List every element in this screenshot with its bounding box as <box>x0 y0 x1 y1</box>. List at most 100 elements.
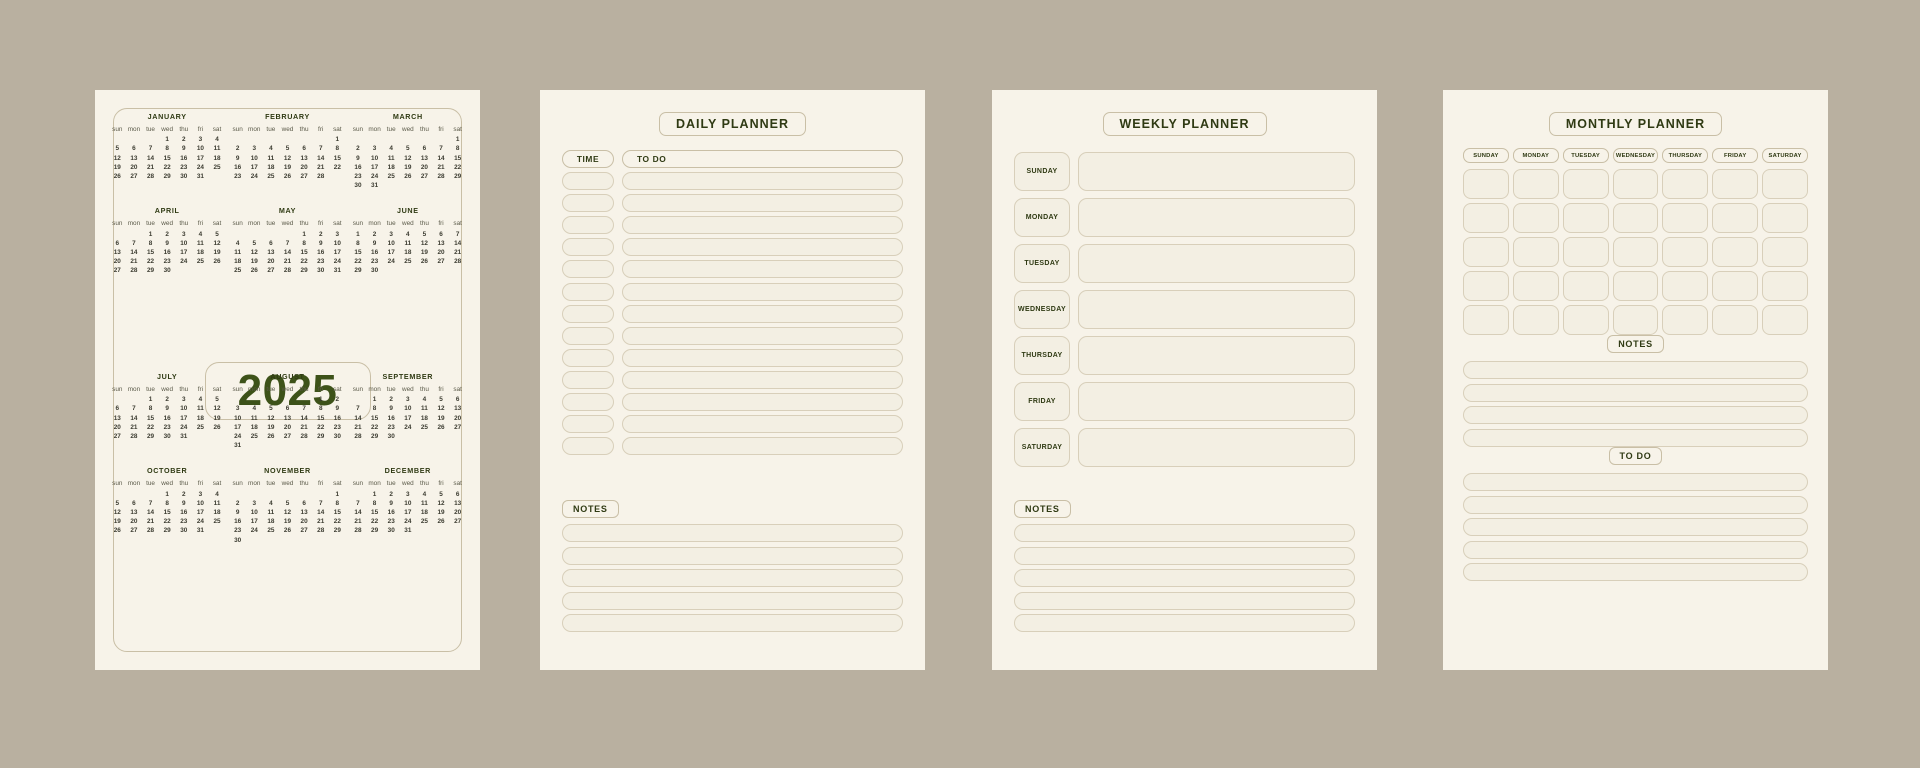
weekday-abbr: sun <box>112 126 123 133</box>
notes-line[interactable] <box>1014 614 1355 632</box>
monthly-day-cell[interactable] <box>1712 203 1759 233</box>
weekday-entry-area[interactable] <box>1078 198 1355 237</box>
monthly-day-cell[interactable] <box>1512 203 1559 233</box>
time-input-cell[interactable] <box>562 172 614 191</box>
day-number: 3 <box>181 230 186 238</box>
todo-line[interactable] <box>1463 540 1808 559</box>
monthly-day-cell[interactable] <box>1512 169 1559 199</box>
monthly-day-cell[interactable] <box>1712 305 1759 335</box>
monthly-day-cell[interactable] <box>1662 305 1709 335</box>
monthly-day-cell[interactable] <box>1463 169 1509 199</box>
monthly-day-cell[interactable] <box>1512 237 1559 267</box>
todo-input-cell[interactable] <box>622 326 903 345</box>
notes-line[interactable] <box>562 591 903 610</box>
todo-input-cell[interactable] <box>622 238 903 257</box>
notes-line[interactable] <box>1463 428 1808 447</box>
todo-input-cell[interactable] <box>622 415 903 434</box>
monthly-day-cell[interactable] <box>1612 271 1659 301</box>
notes-line[interactable] <box>1463 361 1808 379</box>
time-input-cell[interactable] <box>562 238 614 257</box>
todo-input-cell[interactable] <box>622 282 903 301</box>
monthly-day-cell[interactable] <box>1463 305 1509 335</box>
weekday-entry-area[interactable] <box>1078 428 1355 467</box>
day-number: 28 <box>354 527 362 535</box>
notes-line[interactable] <box>1014 524 1355 542</box>
day-number <box>229 135 246 144</box>
monthly-day-cell[interactable] <box>1463 237 1509 267</box>
time-input-cell[interactable] <box>562 194 614 213</box>
notes-line[interactable] <box>562 569 903 587</box>
todo-input-cell[interactable] <box>622 437 903 456</box>
time-input-cell[interactable] <box>562 216 614 235</box>
todo-input-cell[interactable] <box>622 172 903 191</box>
todo-line[interactable] <box>1463 495 1808 514</box>
monthly-day-cell[interactable] <box>1762 169 1808 199</box>
day-number: 26 <box>113 527 121 535</box>
monthly-day-cell[interactable] <box>1612 169 1659 199</box>
todo-input-cell[interactable] <box>622 194 903 213</box>
monthly-day-cell[interactable] <box>1512 305 1559 335</box>
monthly-day-cell[interactable] <box>1612 203 1659 233</box>
time-input-cell[interactable] <box>562 260 614 279</box>
monthly-day-cell[interactable] <box>1662 169 1709 199</box>
notes-line[interactable] <box>1014 569 1355 587</box>
weekday-entry-area[interactable] <box>1078 336 1355 375</box>
monthly-day-cell[interactable] <box>1712 271 1759 301</box>
monthly-day-cell[interactable] <box>1512 271 1559 301</box>
notes-line[interactable] <box>1014 591 1355 610</box>
day-number: 21 <box>437 163 445 171</box>
time-input-cell[interactable] <box>562 437 614 456</box>
todo-line[interactable] <box>1463 473 1808 491</box>
notes-line[interactable] <box>562 524 903 542</box>
monthly-day-cell[interactable] <box>1662 271 1709 301</box>
time-input-cell[interactable] <box>562 415 614 434</box>
monthly-day-cell[interactable] <box>1463 203 1509 233</box>
monthly-day-cell[interactable] <box>1762 237 1808 267</box>
notes-line[interactable] <box>1014 546 1355 565</box>
monthly-day-cell[interactable] <box>1662 237 1709 267</box>
weekday-entry-area[interactable] <box>1078 382 1355 421</box>
todo-input-cell[interactable] <box>622 216 903 235</box>
todo-input-cell[interactable] <box>622 393 903 412</box>
monthly-day-cell[interactable] <box>1662 203 1709 233</box>
time-input-cell[interactable] <box>562 304 614 323</box>
month-block-may: MAY sun mon tue wed thu fri sat 1 2 3 4 5 6 7 8 9 10 11 12 1… <box>229 206 345 275</box>
weekday-entry-area[interactable] <box>1078 244 1355 283</box>
todo-line[interactable] <box>1463 518 1808 536</box>
time-input-cell[interactable] <box>562 282 614 301</box>
monthly-day-cell[interactable] <box>1762 305 1808 335</box>
weekday-abbr: wed <box>401 126 414 133</box>
monthly-day-cell[interactable] <box>1463 271 1509 301</box>
weekday-abbr: sat <box>212 126 222 133</box>
monthly-day-cell[interactable] <box>1562 305 1609 335</box>
time-input-cell[interactable] <box>562 348 614 367</box>
monthly-day-cell[interactable] <box>1562 271 1609 301</box>
time-input-cell[interactable] <box>562 393 614 412</box>
time-input-cell[interactable] <box>562 326 614 345</box>
day-number: 19 <box>267 423 275 431</box>
monthly-day-cell[interactable] <box>1612 305 1659 335</box>
day-number: 29 <box>317 433 325 441</box>
time-input-cell[interactable] <box>562 370 614 389</box>
weekday-entry-area[interactable] <box>1078 152 1355 191</box>
monthly-day-cell[interactable] <box>1712 237 1759 267</box>
monthly-day-cell[interactable] <box>1762 203 1808 233</box>
todo-input-cell[interactable] <box>622 304 903 323</box>
monthly-day-cell[interactable] <box>1712 169 1759 199</box>
notes-line[interactable] <box>1463 383 1808 402</box>
todo-input-cell[interactable] <box>622 370 903 389</box>
monthly-day-cell[interactable] <box>1612 237 1659 267</box>
day-number: 28 <box>130 433 138 441</box>
todo-input-cell[interactable] <box>622 348 903 367</box>
todo-input-cell[interactable] <box>622 260 903 279</box>
monthly-day-cell[interactable] <box>1762 271 1808 301</box>
monthly-day-cell[interactable] <box>1562 203 1609 233</box>
notes-line[interactable] <box>1463 406 1808 424</box>
weekday-entry-area[interactable] <box>1078 290 1355 329</box>
notes-line[interactable] <box>562 614 903 632</box>
todo-line[interactable] <box>1463 563 1808 581</box>
monthly-day-cell[interactable] <box>1562 169 1609 199</box>
notes-line[interactable] <box>562 546 903 565</box>
day-number: 25 <box>420 518 428 526</box>
monthly-day-cell[interactable] <box>1562 237 1609 267</box>
